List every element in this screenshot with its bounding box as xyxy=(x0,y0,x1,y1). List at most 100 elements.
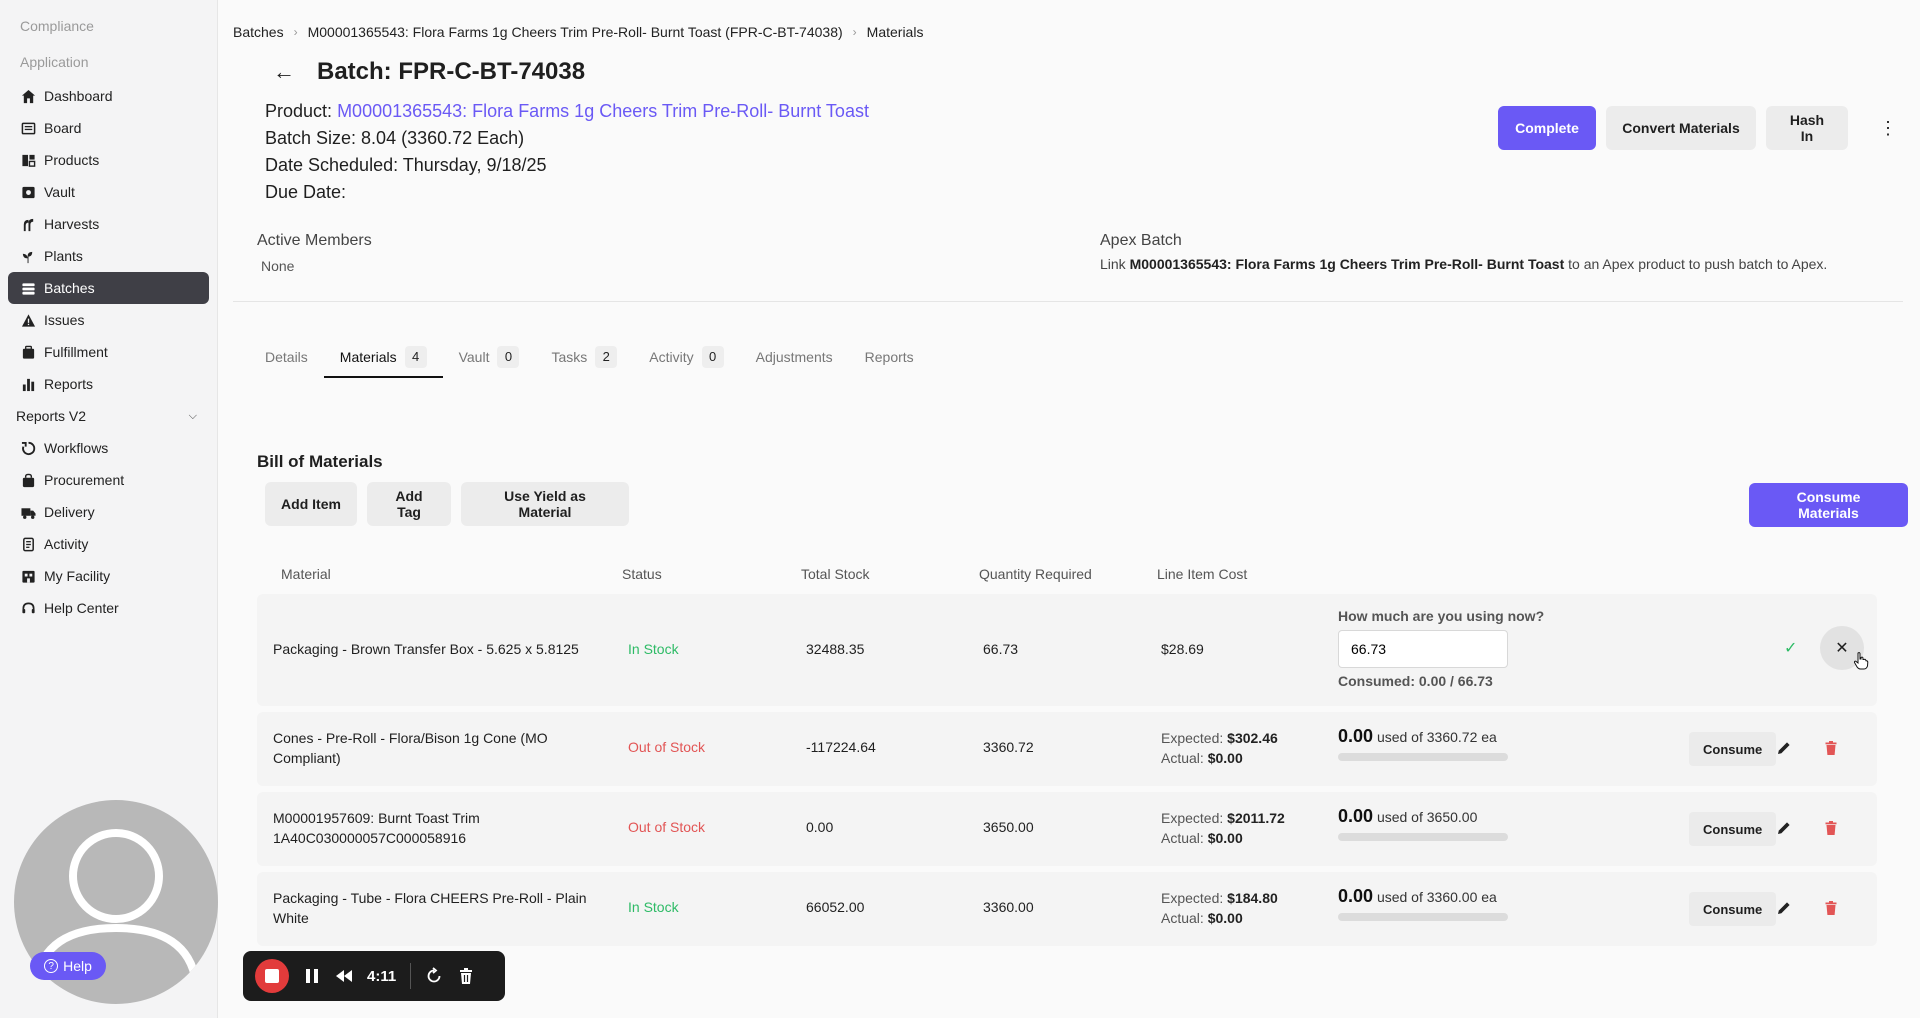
sidebar-item-workflows[interactable]: Workflows xyxy=(8,432,209,464)
consume-button[interactable]: Consume xyxy=(1689,892,1777,926)
actual-label: Actual: xyxy=(1161,750,1204,766)
status-badge: Out of Stock xyxy=(628,739,706,755)
sidebar-item-harvests[interactable]: Harvests xyxy=(8,208,209,240)
add-item-button[interactable]: Add Item xyxy=(265,482,357,526)
section-divider xyxy=(233,301,1903,302)
active-members-value: None xyxy=(261,258,295,274)
tab-count: 2 xyxy=(595,346,618,368)
use-yield-button[interactable]: Use Yield as Material xyxy=(461,482,629,526)
sidebar-item-board[interactable]: Board xyxy=(8,112,209,144)
table-header: Material Status Total Stock Quantity Req… xyxy=(257,566,1877,586)
product-link[interactable]: M00001365543: Flora Farms 1g Cheers Trim… xyxy=(337,101,869,121)
sidebar-item-issues[interactable]: Issues xyxy=(8,304,209,336)
quantity-required: 3360.00 xyxy=(983,899,1034,915)
convert-materials-button[interactable]: Convert Materials xyxy=(1606,106,1756,150)
complete-button[interactable]: Complete xyxy=(1498,106,1596,150)
help-button[interactable]: ? Help xyxy=(30,952,106,980)
consume-materials-button[interactable]: Consume Materials xyxy=(1749,483,1908,527)
material-name-line: Compliant) xyxy=(273,750,341,766)
used-of: used of 3360.72 ea xyxy=(1376,729,1497,745)
activity-icon xyxy=(20,536,36,552)
sidebar-item-fulfillment[interactable]: Fulfillment xyxy=(8,336,209,368)
sidebar-item-dashboard[interactable]: Dashboard xyxy=(8,80,209,112)
tab-vault[interactable]: Vault 0 xyxy=(443,342,536,378)
sidebar-item-activity[interactable]: Activity xyxy=(8,528,209,560)
confirm-check-icon[interactable]: ✓ xyxy=(1784,638,1797,658)
usage-bar xyxy=(1338,753,1508,761)
material-name-line: 1A40C030000057C000058916 xyxy=(273,830,467,846)
tab-label: Reports xyxy=(864,349,914,365)
sidebar-group-reports-v2[interactable]: Reports V2 ⌵ xyxy=(8,400,209,432)
sidebar-item-label: Procurement xyxy=(44,472,125,488)
tab-label: Activity xyxy=(649,349,694,365)
material-name-line: Packaging - Tube - Flora CHEERS Pre-Roll… xyxy=(273,890,587,906)
edit-pencil-icon[interactable] xyxy=(1776,740,1792,759)
sidebar-item-my-facility[interactable]: My Facility xyxy=(8,560,209,592)
workflow-icon xyxy=(20,440,36,456)
tab-materials[interactable]: Materials 4 xyxy=(323,342,443,378)
quantity-required: 3360.72 xyxy=(983,739,1034,755)
used-amount: 0.00 xyxy=(1338,806,1374,826)
sidebar-item-reports[interactable]: Reports xyxy=(8,368,209,400)
tab-activity[interactable]: Activity 0 xyxy=(633,342,739,378)
sidebar-section-application[interactable]: Application xyxy=(0,44,217,80)
hash-in-button[interactable]: Hash In xyxy=(1766,106,1848,150)
tab-reports[interactable]: Reports xyxy=(849,342,930,378)
used-of: used of 3360.00 ea xyxy=(1376,889,1497,905)
apex-batch-description: Link M00001365543: Flora Farms 1g Cheers… xyxy=(1100,256,1827,272)
sidebar-group-label: Reports V2 xyxy=(16,408,87,424)
breadcrumb-batches[interactable]: Batches xyxy=(233,24,284,40)
table-row-editing: Packaging - Brown Transfer Box - 5.625 x… xyxy=(257,594,1877,706)
batches-icon xyxy=(20,280,36,296)
sidebar-item-label: My Facility xyxy=(44,568,111,584)
expected-cost: $302.46 xyxy=(1227,730,1278,746)
expected-label: Expected: xyxy=(1161,890,1224,906)
quantity-required: 3650.00 xyxy=(983,819,1034,835)
actual-cost: $0.00 xyxy=(1207,910,1243,926)
consume-button[interactable]: Consume xyxy=(1689,812,1777,846)
sidebar-item-procurement[interactable]: Procurement xyxy=(8,464,209,496)
expected-label: Expected: xyxy=(1161,810,1224,826)
plant-icon xyxy=(20,248,36,264)
sidebar-item-batches[interactable]: Batches xyxy=(8,272,209,304)
delete-trash-icon[interactable] xyxy=(1823,740,1839,759)
chevron-right-icon: › xyxy=(293,25,298,39)
sidebar-item-label: Batches xyxy=(44,280,95,296)
breadcrumb-batch[interactable]: M00001365543: Flora Farms 1g Cheers Trim… xyxy=(308,24,843,40)
tab-tasks[interactable]: Tasks 2 xyxy=(535,342,633,378)
quantity-input[interactable] xyxy=(1338,630,1508,668)
usage-progress: 0.00 used of 3360.00 ea xyxy=(1338,886,1508,921)
header-actions: Complete Convert Materials Hash In ⋮ xyxy=(1498,106,1908,150)
tab-details[interactable]: Details xyxy=(249,342,324,378)
apex-product[interactable]: M00001365543: Flora Farms 1g Cheers Trim… xyxy=(1130,256,1565,272)
sidebar-item-label: Harvests xyxy=(44,216,100,232)
bom-actions: Add Item Add Tag Use Yield as Material xyxy=(265,482,629,526)
column-header: Status xyxy=(622,566,662,582)
warning-icon xyxy=(20,312,36,328)
sidebar-item-delivery[interactable]: Delivery xyxy=(8,496,209,528)
more-options-icon[interactable]: ⋮ xyxy=(1868,106,1908,150)
sidebar-item-label: Fulfillment xyxy=(44,344,108,360)
total-stock: -117224.64 xyxy=(806,739,876,755)
sidebar-item-vault[interactable]: Vault xyxy=(8,176,209,208)
edit-pencil-icon[interactable] xyxy=(1776,820,1792,839)
sidebar-section-compliance[interactable]: Compliance xyxy=(0,8,217,44)
sidebar: Compliance Application Dashboard Board P… xyxy=(0,0,218,1018)
line-item-cost: Expected: $2011.72 Actual: $0.00 xyxy=(1161,808,1285,848)
date-scheduled: Date Scheduled: Thursday, 9/18/25 xyxy=(265,155,547,175)
sidebar-item-plants[interactable]: Plants xyxy=(8,240,209,272)
consume-button[interactable]: Consume xyxy=(1689,732,1777,766)
add-tag-button[interactable]: Add Tag xyxy=(367,482,451,526)
sidebar-item-products[interactable]: Products xyxy=(8,144,209,176)
tab-adjustments[interactable]: Adjustments xyxy=(740,342,849,378)
back-arrow-icon[interactable]: ← xyxy=(273,59,295,85)
sidebar-item-help-center[interactable]: Help Center xyxy=(8,592,209,624)
delete-trash-icon[interactable] xyxy=(1823,900,1839,919)
total-stock: 32488.35 xyxy=(806,641,865,657)
delete-trash-icon[interactable] xyxy=(1823,820,1839,839)
table-row: Packaging - Tube - Flora CHEERS Pre-Roll… xyxy=(257,872,1877,946)
edit-pencil-icon[interactable] xyxy=(1776,900,1792,919)
bag-icon xyxy=(20,472,36,488)
facility-icon xyxy=(20,568,36,584)
hand-cursor-icon xyxy=(1853,652,1869,670)
